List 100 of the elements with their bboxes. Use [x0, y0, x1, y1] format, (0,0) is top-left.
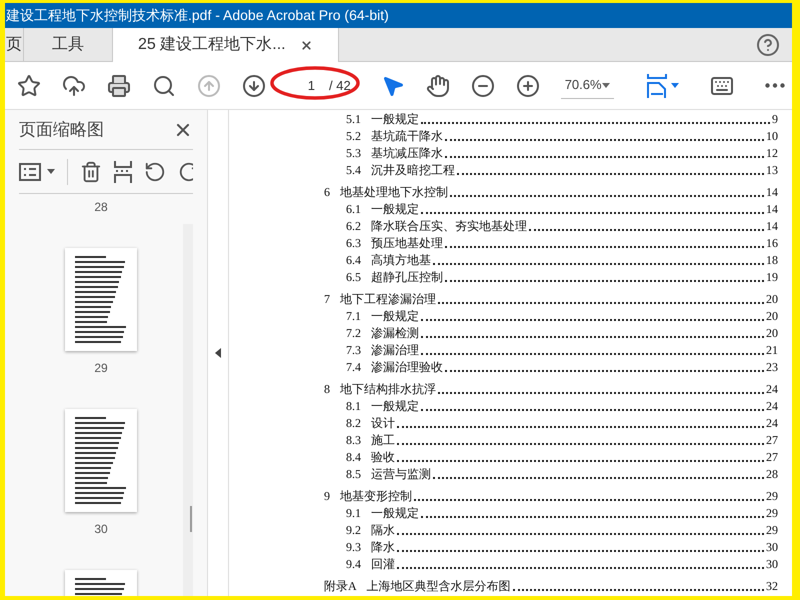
toc-number: 9.1	[346, 505, 361, 522]
toc-title[interactable]: 地基变形控制	[340, 487, 412, 505]
list-icon	[19, 162, 41, 180]
toc-title[interactable]: 沉井及暗挖工程	[371, 161, 455, 179]
toc-title[interactable]: 运营与监测	[371, 465, 431, 483]
page-label: 28	[94, 199, 108, 216]
toc-page-number: 29	[766, 488, 778, 505]
toc-title[interactable]: 渗漏检测	[371, 324, 419, 342]
close-tab-icon[interactable]	[300, 38, 313, 52]
zoom-dropdown[interactable]: 70.6%	[560, 72, 614, 98]
hand-icon	[426, 74, 450, 98]
toc-number: 6	[324, 184, 330, 201]
toc-number: 6.4	[346, 252, 361, 269]
toc-number: 5.1	[346, 111, 361, 128]
toc-page-number: 29	[766, 522, 778, 539]
toc-number: 5.4	[346, 162, 361, 179]
toc-page-number: 12	[766, 145, 778, 162]
toc-title[interactable]: 降水联合压实、夯实地基处理	[371, 217, 527, 235]
toc-page-number: 21	[766, 342, 778, 359]
toc-number: 6.5	[346, 269, 361, 286]
toc-page-number: 9	[772, 111, 778, 128]
toc-title[interactable]: 一般规定	[371, 307, 419, 325]
zoom-in-icon	[516, 74, 540, 98]
toc-number: 9.4	[346, 556, 361, 573]
toc-title[interactable]: 超静孔压控制	[371, 268, 443, 286]
rotate-left-icon[interactable]	[144, 160, 166, 182]
toc-title[interactable]: 隔水	[371, 521, 395, 539]
arrow-down-icon	[242, 74, 266, 98]
toc-number: 6.2	[346, 218, 361, 235]
toc-page-number: 28	[766, 466, 778, 483]
toc-title[interactable]: 一般规定	[371, 397, 419, 415]
toc-page-number: 29	[766, 505, 778, 522]
toc-title[interactable]: 预压地基处理	[371, 234, 443, 252]
toc-page-number: 14	[766, 218, 778, 235]
fit-page-icon	[646, 74, 667, 98]
toc-page-number: 18	[766, 252, 778, 269]
collapse-panel-icon[interactable]	[215, 348, 221, 358]
cloud-upload-icon	[62, 74, 86, 98]
search-icon	[152, 74, 176, 98]
toc-number: 6.3	[346, 235, 361, 252]
toc-page-number: 24	[766, 415, 778, 432]
toc-title[interactable]: 施工	[371, 431, 395, 449]
toc-page-number: 32	[766, 578, 778, 595]
toc-title[interactable]: 一般规定	[371, 504, 419, 522]
panel-title: 页面缩略图	[19, 118, 104, 141]
toc-title[interactable]: 基坑疏干降水	[371, 127, 443, 145]
caret-icon	[670, 83, 679, 88]
help-icon[interactable]	[756, 32, 780, 56]
toc-number: 7.3	[346, 342, 361, 359]
toc-number: 7.2	[346, 325, 361, 342]
toc-title[interactable]: 基坑减压降水	[371, 144, 443, 162]
page-count: / 42	[329, 76, 351, 95]
page-thumbnail[interactable]	[65, 409, 137, 512]
toc-page-number: 23	[766, 359, 778, 376]
toc-number: 8	[324, 381, 330, 398]
toc-page-number: 19	[766, 269, 778, 286]
toc-page-number: 16	[766, 235, 778, 252]
toc-number: 8.3	[346, 432, 361, 449]
toc-title[interactable]: 设计	[371, 414, 395, 432]
toc-title[interactable]: 地下结构排水抗浮	[340, 380, 436, 398]
printer-icon	[107, 74, 131, 98]
trash-icon[interactable]	[80, 160, 102, 182]
toc-number: 9.3	[346, 539, 361, 556]
toc-page-number: 24	[766, 381, 778, 398]
toc-number: 9	[324, 488, 330, 505]
toc-number: 7.4	[346, 359, 361, 376]
page-label: 29	[94, 360, 108, 377]
toc-page-number: 13	[766, 162, 778, 179]
toc-title[interactable]: 降水	[371, 538, 395, 556]
toc-number: 附录A	[324, 578, 357, 595]
toc-number: 8.4	[346, 449, 361, 466]
toc-title[interactable]: 渗漏治理验收	[371, 358, 443, 376]
tab[interactable]: 25 建设工程地下水...	[113, 28, 339, 62]
toc-number: 5.3	[346, 145, 361, 162]
toc-title[interactable]: 高填方地基	[371, 251, 431, 269]
page-number-field[interactable]: 1	[295, 76, 315, 96]
scrollbar-thumb[interactable]	[190, 506, 192, 532]
page-thumbnail[interactable]	[65, 248, 137, 351]
toc-title[interactable]: 地基处理地下水控制	[340, 183, 448, 201]
zoom-out-icon	[470, 74, 495, 98]
toc-title[interactable]: 回灌	[371, 555, 395, 573]
toc-number: 7	[324, 291, 330, 308]
tab[interactable]: 页	[5, 28, 24, 61]
toc-title[interactable]: 渗漏治理	[371, 341, 419, 359]
toc-page-number: 20	[766, 325, 778, 342]
toc-page-number: 27	[766, 432, 778, 449]
toc-number: 8.2	[346, 415, 361, 432]
toc-page-number: 10	[766, 128, 778, 145]
toc-title[interactable]: 上海地区典型含水层分布图	[366, 577, 511, 595]
toc-title[interactable]: 一般规定	[371, 200, 419, 218]
toc-page-number: 27	[766, 449, 778, 466]
toc-title[interactable]: 一般规定	[371, 110, 419, 128]
split-page-icon[interactable]	[114, 160, 132, 182]
toc-page-number: 20	[766, 291, 778, 308]
toc-number: 6.1	[346, 201, 361, 218]
toc-title[interactable]: 验收	[371, 448, 395, 466]
toc-page-number: 14	[766, 184, 778, 201]
toc-title[interactable]: 地下工程渗漏治理	[340, 290, 436, 308]
caret-icon	[602, 82, 610, 88]
options-dropdown[interactable]	[19, 162, 55, 180]
